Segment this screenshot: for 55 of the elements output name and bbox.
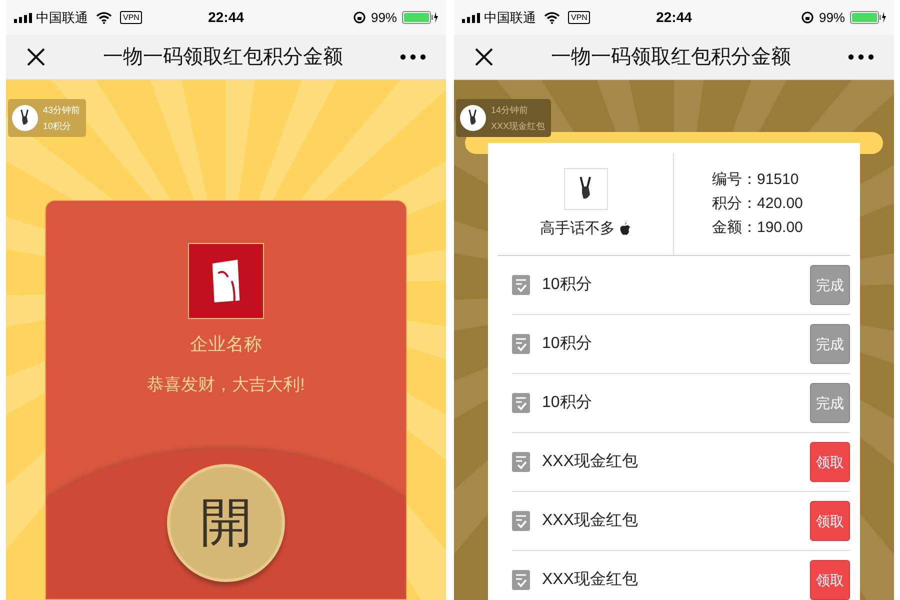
battery-percent: 99% [370,8,397,27]
more-icon[interactable] [848,54,874,60]
vpn-badge: VPN [120,11,142,24]
action-button[interactable]: 完成 [810,324,850,364]
profile-field: 积分：420.00 [712,192,850,216]
rotation-lock-icon [352,11,366,24]
status-time: 22:44 [656,8,692,27]
signal-icon [14,12,32,22]
task-icon [512,511,530,531]
task-icon [512,452,530,472]
action-button[interactable]: 完成 [810,383,850,423]
close-icon[interactable] [474,47,494,67]
company-name: 企业名称 [190,333,262,356]
reward-text: XXX现金红包 [542,570,640,590]
action-button[interactable]: 完成 [810,265,850,305]
notice-text: 10积分 [43,120,72,133]
carrier-name: 中国联通 [36,8,88,27]
task-icon [512,275,530,295]
apple-icon [619,222,631,236]
reward-text: 10积分 [542,334,593,354]
reward-text: XXX现金红包 [542,511,640,531]
reward-text: 10积分 [542,393,593,413]
avatar-icon [564,168,608,210]
vpn-badge: VPN [568,11,590,24]
wifi-icon [96,12,112,24]
profile-field: 编号：91510 [712,168,850,192]
page-title: 一物一码领取红包积分金额 [102,45,344,70]
status-time: 22:44 [208,8,244,27]
notice-text: XXX现金红包 [491,120,546,133]
logo-icon [188,243,264,319]
battery-icon [850,11,886,24]
action-button[interactable]: 领取 [810,560,850,600]
task-icon [512,570,530,590]
avatar-icon [460,105,486,131]
reward-text: XXX现金红包 [542,452,640,472]
user-name: 高手话不多 [540,218,615,239]
profile-field: 金额：190.00 [712,216,850,240]
reward-text: 10积分 [542,275,593,295]
task-icon [512,393,530,413]
greeting-text: 恭喜发财，大吉大利! [147,374,305,396]
notice-time: 14分钟前 [491,104,530,117]
battery-icon [402,11,438,24]
action-button[interactable]: 领取 [810,442,850,482]
more-icon[interactable] [400,54,426,60]
carrier-name: 中国联通 [484,8,536,27]
task-icon [512,334,530,354]
notice-time: 43分钟前 [43,104,80,117]
rotation-lock-icon [800,11,814,24]
page-title: 一物一码领取红包积分金额 [550,45,792,70]
avatar-icon [12,105,38,131]
action-button[interactable]: 领取 [810,501,850,541]
close-icon[interactable] [26,47,46,67]
wifi-icon [544,12,560,24]
signal-icon [462,12,480,22]
battery-percent: 99% [818,8,845,27]
